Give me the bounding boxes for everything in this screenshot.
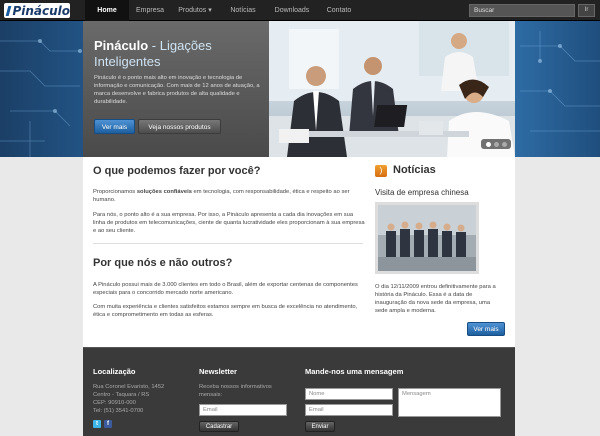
hero-title: Pináculo - Ligações Inteligentes [94, 38, 264, 70]
search-input[interactable]: Buscar [469, 4, 575, 17]
slide-dot-2[interactable] [493, 141, 499, 147]
p1-bold: soluções confiáveis [136, 189, 192, 195]
p1-start: Proporcionamos [93, 189, 137, 195]
news-body: O dia 12/11/2009 entrou definitivamente … [375, 284, 496, 314]
location-heading: Localização [93, 367, 136, 376]
why-us-paragraph-2: Com muita experiência e clientes satisfe… [93, 304, 358, 318]
facebook-icon[interactable]: f [104, 420, 112, 428]
hero-more-button[interactable]: Ver mais [94, 119, 135, 134]
why-us-heading: Por que nós e não outros? [93, 257, 233, 269]
why-us-paragraph-1: A Pináculo possui mais de 3.000 clientes… [93, 282, 358, 296]
main-content: O que podemos fazer por você? Proporcion… [83, 157, 515, 347]
group-photo-illustration [378, 205, 476, 271]
message-name-input[interactable]: Nome [305, 388, 393, 400]
message-textarea[interactable]: Mensagem [398, 388, 501, 417]
what-we-do-heading: O que podemos fazer por você? [93, 165, 261, 177]
hero-business-photo [269, 21, 515, 157]
message-send-button[interactable]: Enviar [305, 421, 335, 432]
newsletter-heading: Newsletter [199, 367, 237, 376]
nav-downloads[interactable]: Downloads [268, 0, 316, 21]
logo-text: Pináculo [12, 3, 70, 18]
chevron-down-icon: ▾ [208, 7, 212, 14]
news-heading: Notícias [393, 164, 436, 176]
top-navbar: Pináculo Home Empresa Produtos ▾ Notícia… [0, 0, 600, 21]
news-photo[interactable] [375, 202, 479, 274]
what-we-do-paragraph-1: Proporcionamos soluções confiáveis em te… [93, 188, 365, 204]
address-line-1: Rua Coronel Evaristo, 1452 [93, 384, 165, 390]
slide-dot-1[interactable] [485, 141, 491, 147]
what-we-do-paragraph-2: Para nós, o ponto alto é a sua empresa. … [93, 212, 365, 234]
news-more-button[interactable]: Ver mais [467, 322, 505, 336]
newsletter-email-input[interactable]: Email [199, 404, 287, 416]
hero-text: Pináculo é o ponto mais alto em inovação… [94, 75, 260, 105]
hero-banner: Pináculo - Ligações Inteligentes Pinácul… [83, 21, 515, 157]
address-line-2: Centro - Taquara / RS [93, 392, 150, 398]
newsletter-subscribe-button[interactable]: Cadastrar [199, 421, 239, 432]
hero-products-button[interactable]: Veja nossos produtos [138, 119, 221, 134]
address-phone: Tel: (51) 3541-0700 [93, 408, 144, 414]
nav-produtos-label: Produtos [178, 7, 207, 14]
nav-noticias[interactable]: Notícias [222, 0, 264, 21]
slide-dot-3[interactable] [501, 141, 507, 147]
twitter-icon[interactable]: t [93, 420, 101, 428]
section-divider [93, 243, 363, 244]
slider-dots [481, 139, 511, 149]
hero-title-brand: Pináculo [94, 38, 149, 53]
search-button[interactable]: Ir [578, 4, 595, 17]
newsletter-text: Receba nossos informativos mensais: [199, 384, 272, 398]
pinaculo-logo[interactable]: Pináculo [4, 3, 70, 18]
nav-contato[interactable]: Contato [320, 0, 358, 21]
rss-icon: ) [375, 165, 387, 177]
message-email-input[interactable]: Email [305, 404, 393, 416]
news-headline[interactable]: Visita de empresa chinesa [375, 188, 469, 197]
footer: Localização Rua Coronel Evaristo, 1452 C… [83, 347, 515, 436]
business-people-illustration [269, 21, 515, 157]
nav-produtos[interactable]: Produtos ▾ [172, 0, 218, 21]
address-cep: CEP: 90910-000 [93, 400, 136, 406]
nav-home[interactable]: Home [85, 0, 129, 21]
message-heading: Mande-nos uma mensagem [305, 367, 404, 376]
logo-mark-icon [5, 5, 12, 16]
nav-empresa[interactable]: Empresa [130, 0, 170, 21]
